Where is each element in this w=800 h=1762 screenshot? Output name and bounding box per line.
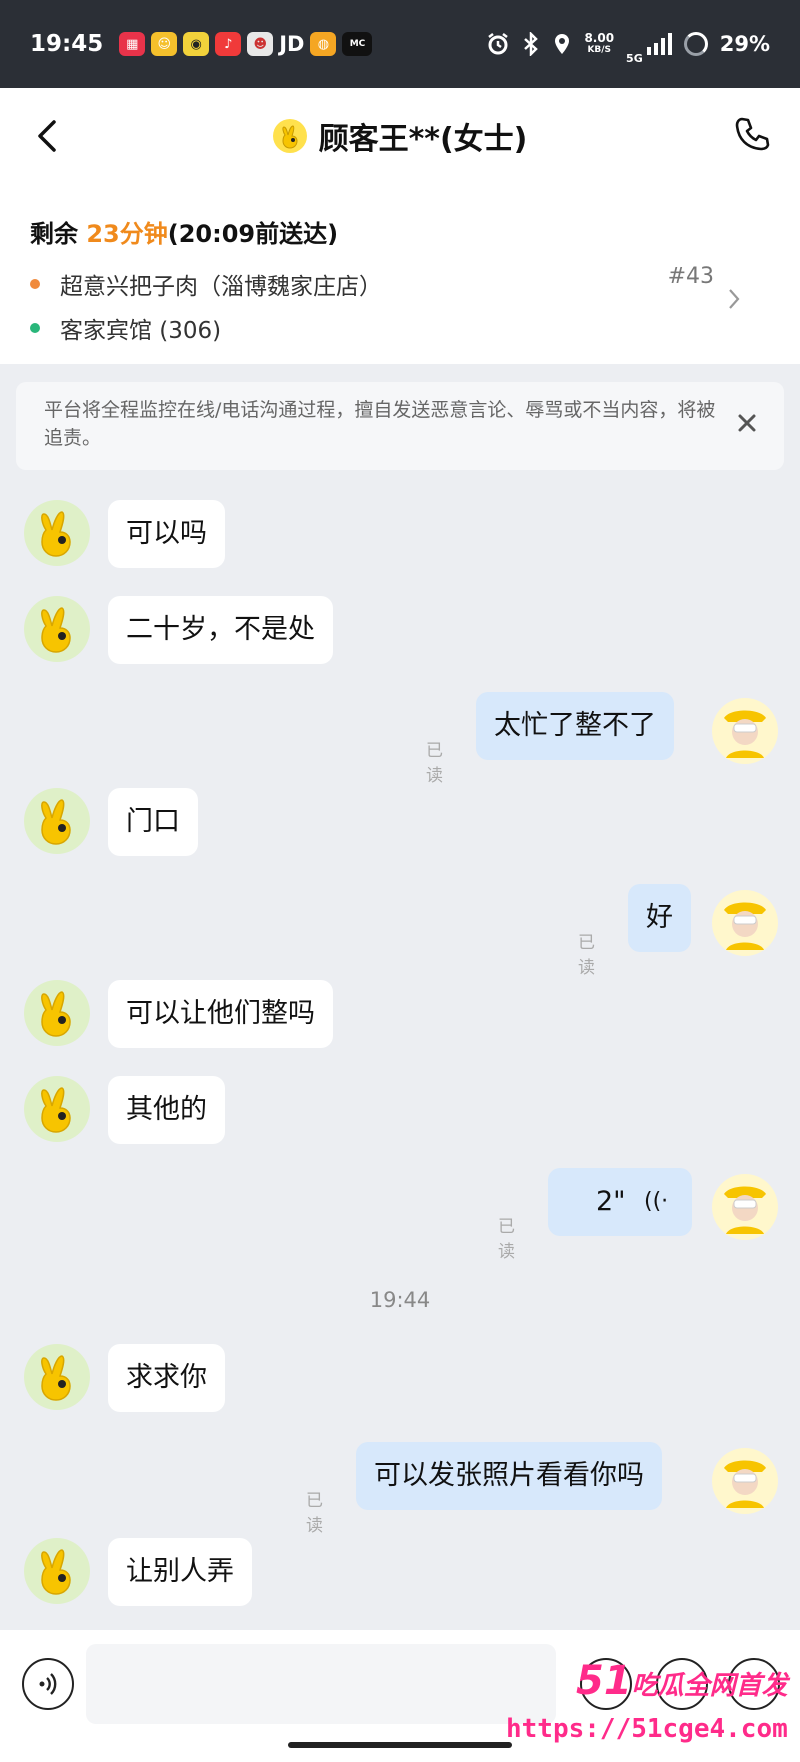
message-bubble[interactable]: 太忙了整不了 — [476, 692, 674, 760]
status-right: 8.00 KB/S 5G 29% — [486, 24, 770, 65]
read-status: 已读 — [306, 1491, 323, 1536]
customer-mascot-icon — [272, 119, 307, 153]
bluetooth-icon — [524, 32, 539, 56]
app-yellow-cat-icon: ◉ — [183, 32, 210, 56]
voice-message-bubble[interactable]: 2" ((· — [548, 1168, 692, 1236]
pickup-address: 超意兴把子肉（淄博魏家庄店） — [60, 274, 382, 300]
customer-avatar[interactable] — [24, 500, 90, 566]
message-bubble[interactable]: 二十岁，不是处 — [108, 596, 333, 664]
net-speed-unit: KB/S — [587, 45, 612, 55]
message-bubble[interactable]: 好 — [628, 884, 691, 952]
customer-avatar[interactable] — [24, 788, 90, 854]
customer-avatar[interactable] — [24, 1076, 90, 1142]
chat-header: 顾客王**(女士) — [0, 88, 800, 184]
voice-input-button[interactable] — [22, 1658, 74, 1710]
dropoff-address: 客家宾馆 (306) — [60, 318, 222, 344]
app-cartoon-icon: ☻ — [247, 32, 274, 56]
watermark-url: https://51cge4.com — [506, 1714, 788, 1744]
page-title: 顾客王**(女士) — [272, 114, 528, 158]
jd-icon: JD — [279, 32, 305, 56]
platform-notice: 平台将全程监控在线/电话沟通过程，擅自发送恶意言论、辱骂或不当内容，将被追责。 — [16, 382, 784, 470]
net-speed-value: 8.00 — [584, 31, 615, 45]
message-bubble[interactable]: 其他的 — [108, 1076, 225, 1144]
chevron-right-icon[interactable] — [726, 284, 742, 314]
app-music-icon: ♪ — [215, 32, 242, 56]
customer-avatar[interactable] — [24, 1538, 90, 1604]
customer-name: 顾客王**(女士) — [318, 122, 528, 157]
my-avatar[interactable] — [712, 1174, 778, 1240]
customer-avatar[interactable] — [24, 596, 90, 662]
my-avatar[interactable] — [712, 698, 778, 764]
remain-deadline: (20:09前送达) — [167, 220, 339, 248]
weibo-icon: ◍ — [310, 32, 337, 56]
close-icon[interactable] — [734, 410, 760, 436]
watermark-number: 51 — [576, 1658, 632, 1704]
order-card[interactable]: 剩余 23分钟(20:09前送达) 超意兴把子肉（淄博魏家庄店） 客家宾馆 (3… — [0, 184, 800, 364]
message-bubble[interactable]: 让别人弄 — [108, 1538, 252, 1606]
voice-duration: 2" — [596, 1186, 626, 1217]
message-bubble[interactable]: 求求你 — [108, 1344, 225, 1412]
time-separator: 19:44 — [369, 1288, 431, 1312]
customer-avatar[interactable] — [24, 980, 90, 1046]
order-number: #43 — [667, 264, 714, 289]
remaining-time: 剩余 23分钟(20:09前送达) — [30, 214, 770, 249]
voice-wave-icon: ((· — [644, 1189, 669, 1214]
pickup-row: 超意兴把子肉（淄博魏家庄店） — [30, 265, 770, 303]
remain-minutes: 23分钟 — [86, 220, 168, 248]
status-bar: 19:45 ▦ ☺ ◉ ♪ ☻ JD ◍ MC 8.00 KB/S 5G 29% — [0, 0, 800, 88]
notification-icons: ▦ ☺ ◉ ♪ ☻ JD ◍ MC — [119, 32, 373, 56]
pickup-dot-icon — [30, 279, 40, 289]
message-bubble[interactable]: 可以让他们整吗 — [108, 980, 333, 1048]
location-icon — [555, 34, 570, 54]
net-speed: 8.00 KB/S — [584, 32, 614, 56]
voice-icon — [39, 1673, 57, 1695]
watermark-text: 吃瓜全网首发 — [631, 1671, 788, 1701]
alarm-icon — [488, 33, 509, 55]
app-yellow-smile-icon: ☺ — [151, 32, 178, 56]
battery-icon — [683, 32, 708, 56]
message-input[interactable] — [86, 1644, 556, 1724]
read-status: 已读 — [498, 1217, 515, 1262]
read-status: 已读 — [578, 933, 595, 978]
remain-prefix: 剩余 — [30, 220, 87, 248]
app-red-grid-icon: ▦ — [119, 32, 146, 56]
notice-text: 平台将全程监控在线/电话沟通过程，擅自发送恶意言论、辱骂或不当内容，将被追责。 — [44, 399, 716, 449]
back-icon[interactable] — [30, 116, 66, 156]
battery-percent: 29% — [719, 32, 770, 56]
dropoff-dot-icon — [30, 323, 40, 333]
my-avatar[interactable] — [712, 890, 778, 956]
network-type: 5G — [626, 51, 643, 65]
status-time: 19:45 — [30, 31, 104, 57]
message-bubble[interactable]: 可以吗 — [108, 500, 225, 568]
mcall-icon: MC — [342, 32, 373, 56]
home-indicator[interactable] — [288, 1742, 512, 1748]
watermark-line1: 51吃瓜全网首发 — [576, 1658, 788, 1704]
message-bubble[interactable]: 可以发张照片看看你吗 — [356, 1442, 662, 1510]
customer-avatar[interactable] — [24, 1344, 90, 1410]
dropoff-row: 客家宾馆 (306) — [30, 309, 770, 347]
my-avatar[interactable] — [712, 1448, 778, 1514]
signal-icon — [646, 33, 672, 55]
phone-icon[interactable] — [732, 114, 772, 154]
message-bubble[interactable]: 门口 — [108, 788, 198, 856]
read-status: 已读 — [426, 741, 443, 786]
